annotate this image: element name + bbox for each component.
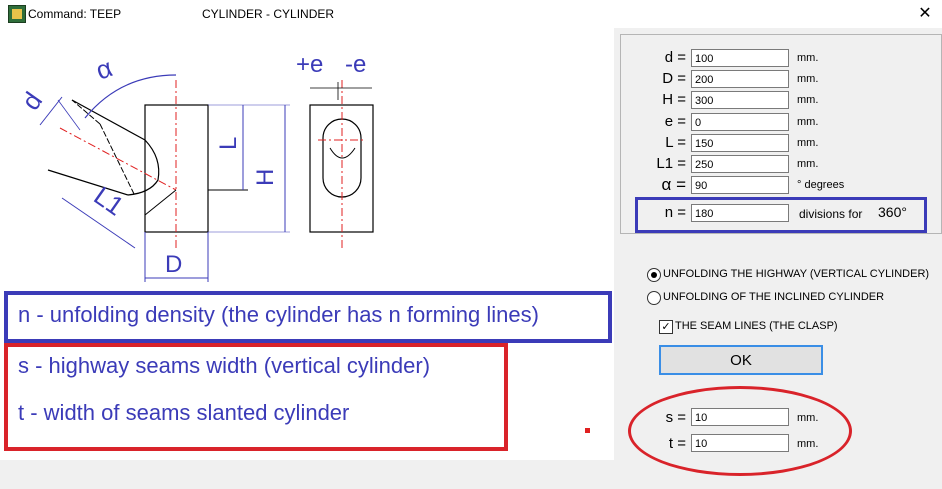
param-D-unit: mm. — [797, 73, 819, 85]
label-alpha: α — [92, 52, 116, 85]
param-L-unit: mm. — [797, 137, 819, 149]
param-D-label: D = — [662, 70, 686, 87]
window-title: CYLINDER - CYLINDER — [202, 7, 335, 21]
param-n-total: 360° — [878, 204, 907, 220]
cylinder-diagram: α d L1 D L H +e -e — [15, 51, 374, 282]
close-button[interactable]: ✕ — [908, 0, 942, 28]
param-H-input[interactable]: 300 — [691, 91, 789, 109]
seam-s-note: s - highway seams width (vertical cylind… — [18, 353, 431, 378]
seam-lines-checkbox[interactable]: ✓ — [659, 320, 673, 334]
param-L1-label: L1 = — [656, 155, 686, 172]
label-plus-e: +e — [296, 51, 323, 78]
label-D: D — [165, 251, 182, 278]
seam-t-input[interactable]: 10 — [691, 434, 789, 452]
param-H-label: H = — [662, 91, 686, 108]
red-marker — [585, 428, 590, 433]
label-minus-e: -e — [345, 51, 366, 78]
param-n-input[interactable]: 180 — [691, 204, 789, 222]
param-alpha-unit: ° degrees — [797, 179, 845, 191]
label-d-small: d — [15, 86, 48, 115]
title-bar: Command: TEEP CYLINDER - CYLINDER ✕ — [0, 0, 942, 28]
param-alpha-input[interactable]: 90 — [691, 176, 789, 194]
radio-inclined-cylinder[interactable] — [647, 291, 661, 305]
radio-inclined-label: UNFOLDING OF THE INCLINED CYLINDER — [663, 291, 885, 303]
param-alpha-label: α = — [661, 175, 686, 194]
param-d-input[interactable]: 100 — [691, 49, 789, 67]
seam-t-label: t = — [668, 435, 686, 452]
label-H: H — [252, 169, 279, 186]
radio-vertical-label: UNFOLDING THE HIGHWAY (VERTICAL CYLINDER… — [663, 268, 930, 280]
param-n-label: n = — [664, 204, 686, 221]
param-e-label: e = — [664, 113, 686, 130]
app-icon — [8, 5, 26, 23]
label-L1: L1 — [89, 180, 130, 221]
label-L: L — [215, 137, 242, 150]
seam-s-label: s = — [665, 409, 686, 426]
param-L1-unit: mm. — [797, 158, 819, 170]
seam-t-note: t - width of seams slanted cylinder — [18, 400, 350, 425]
seam-lines-label: THE SEAM LINES (THE CLASP) — [675, 320, 838, 332]
param-L-input[interactable]: 150 — [691, 134, 789, 152]
seam-s-input[interactable]: 10 — [691, 408, 789, 426]
param-d-label: d = — [664, 49, 686, 66]
command-title: Command: TEEP — [28, 7, 122, 21]
seam-t-unit: mm. — [797, 438, 819, 450]
seams-highlight — [628, 386, 852, 476]
param-d-unit: mm. — [797, 52, 819, 64]
density-note: n - unfolding density (the cylinder has … — [18, 302, 539, 327]
param-L1-input[interactable]: 250 — [691, 155, 789, 173]
param-n-unit: divisions for — [799, 207, 863, 221]
param-e-unit: mm. — [797, 116, 819, 128]
param-e-input[interactable]: 0 — [691, 113, 789, 131]
param-H-unit: mm. — [797, 94, 819, 106]
param-D-input[interactable]: 200 — [691, 70, 789, 88]
param-L-label: L = — [665, 134, 686, 151]
seam-s-unit: mm. — [797, 412, 819, 424]
radio-vertical-cylinder[interactable] — [647, 268, 661, 282]
ok-button[interactable]: OK — [659, 345, 823, 375]
